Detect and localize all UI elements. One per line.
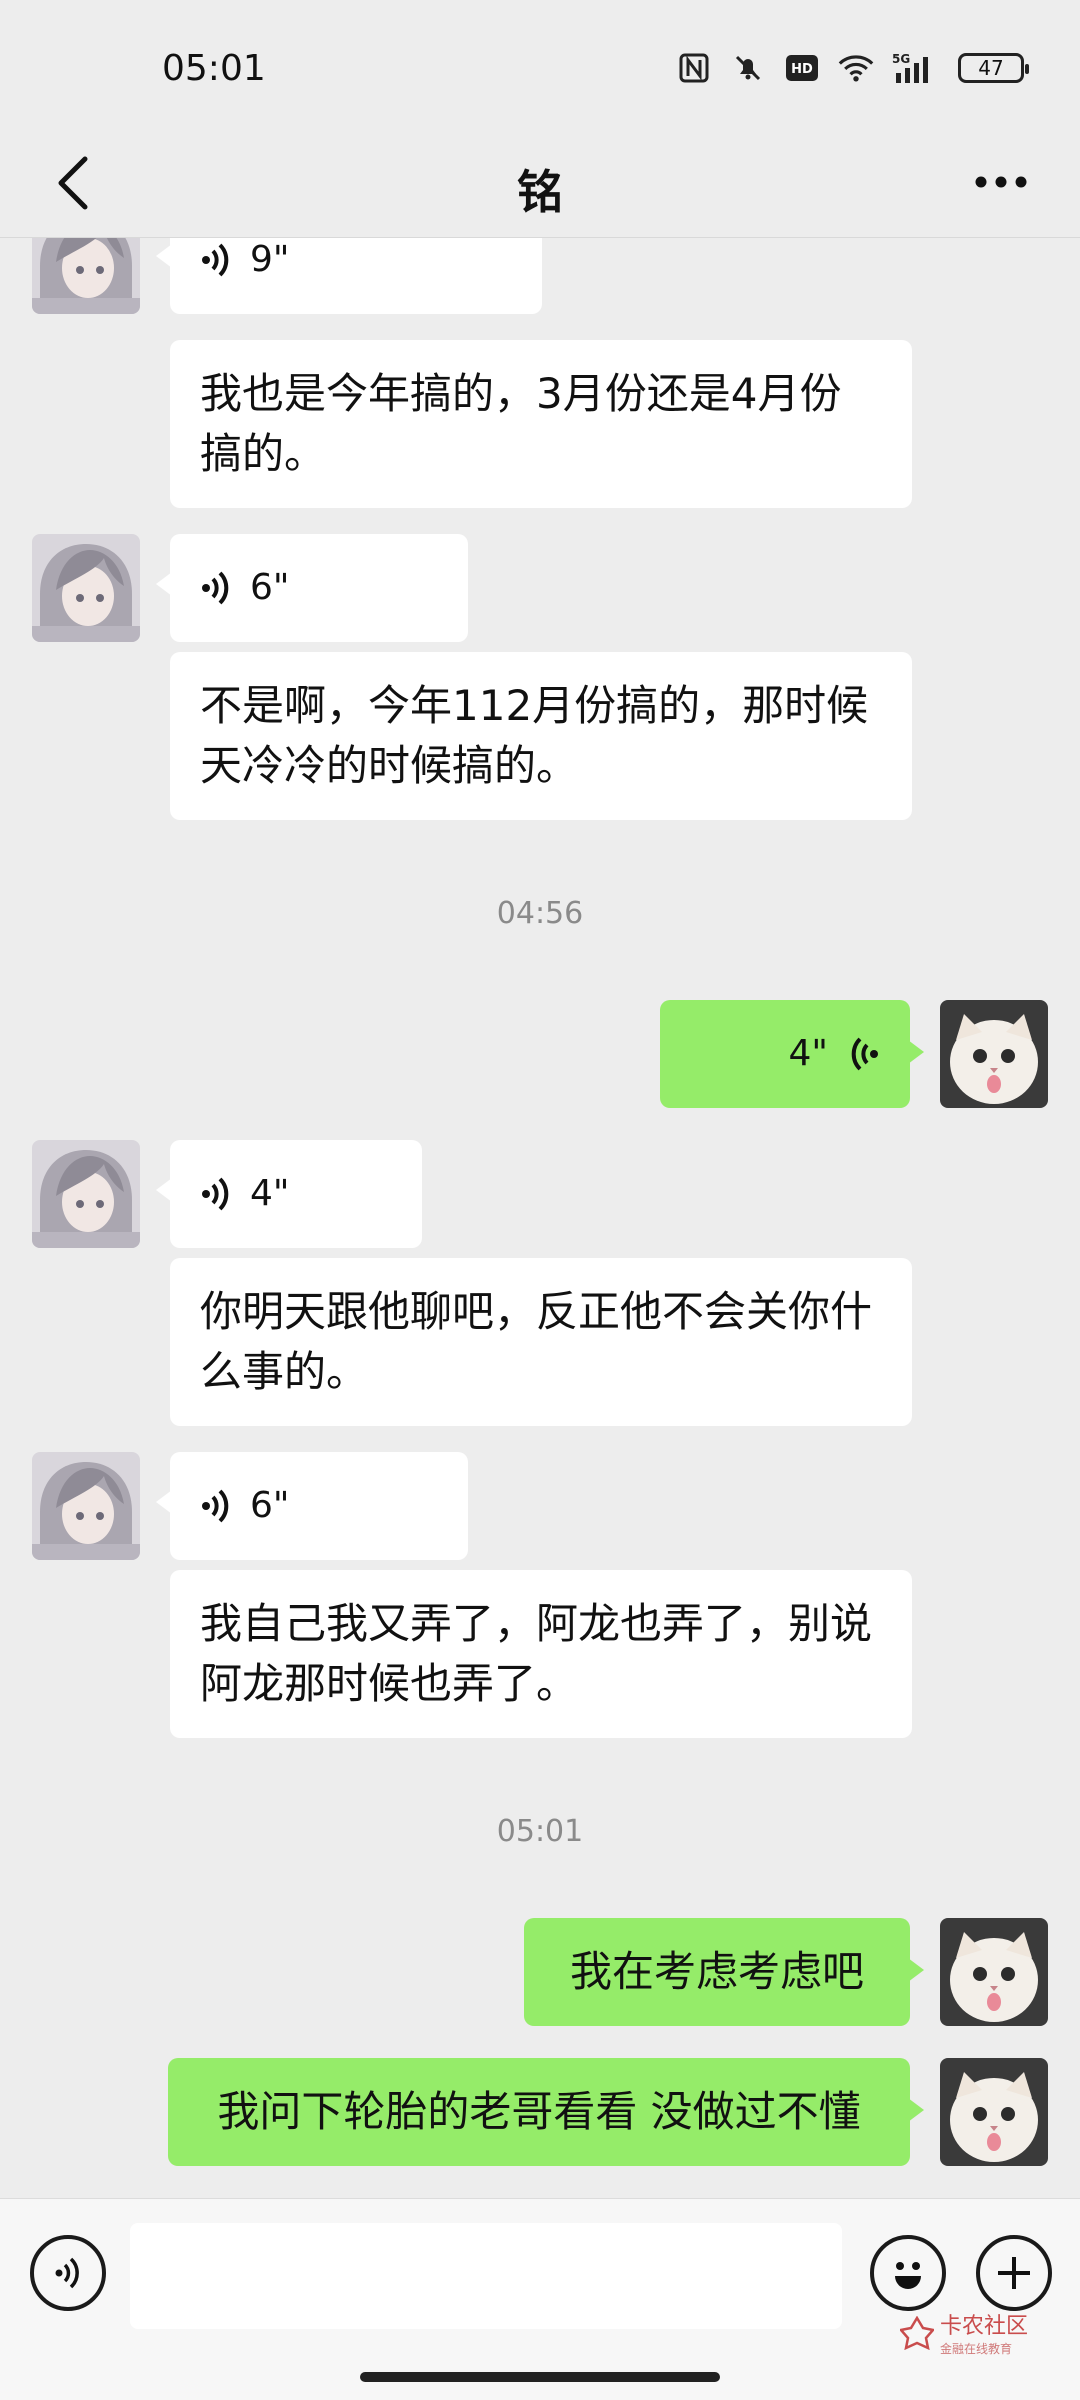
voice-duration: 9" bbox=[250, 239, 290, 280]
watermark-subtitle: 金融在线教育 bbox=[940, 2342, 1013, 2356]
chat-input-bar bbox=[0, 2198, 1080, 2400]
voice-duration: 4" bbox=[788, 1033, 828, 1074]
voice-playback-icon bbox=[202, 1489, 229, 1523]
wifi-icon bbox=[838, 50, 874, 86]
text-message[interactable]: 我也是今年搞的，3月份还是4月份搞的。 bbox=[170, 340, 912, 508]
friend-avatar[interactable] bbox=[32, 1140, 140, 1248]
text-message[interactable]: 你明天跟他聊吧，反正他不会关你什么事的。 bbox=[170, 1258, 912, 1426]
message-timestamp: 05:01 bbox=[496, 1814, 584, 1849]
text-message-sent[interactable]: 我在考虑考虑吧 bbox=[524, 1918, 924, 2026]
my-avatar[interactable] bbox=[940, 1000, 1048, 1108]
nfc-icon bbox=[676, 50, 712, 86]
chat-message-list[interactable]: 9" 我也是今年搞的，3月份还是4月份搞的。 6" 不是啊，今年112月份搞的，… bbox=[0, 238, 1080, 2198]
watermark-title: 卡农社区 bbox=[940, 2314, 1029, 2339]
friend-avatar[interactable] bbox=[32, 238, 140, 314]
message-timestamp: 04:56 bbox=[496, 896, 584, 931]
voice-playback-icon bbox=[202, 243, 229, 277]
voice-message[interactable]: 9" bbox=[156, 238, 542, 314]
emoji-button[interactable] bbox=[870, 2235, 946, 2311]
message-input[interactable] bbox=[130, 2223, 842, 2329]
voice-playback-icon bbox=[851, 1037, 878, 1071]
watermark-logo: 卡农社区 金融在线教育 bbox=[900, 2308, 1028, 2357]
voice-duration: 6" bbox=[250, 1485, 290, 1526]
voice-playback-icon bbox=[202, 571, 229, 605]
text-message-sent[interactable]: 我问下轮胎的老哥看看 没做过不懂 bbox=[168, 2058, 924, 2166]
text-message[interactable]: 不是啊，今年112月份搞的，那时候天冷冷的时候搞的。 bbox=[170, 652, 912, 820]
chat-header: 铭 bbox=[0, 130, 1080, 238]
emoji-icon bbox=[895, 2262, 921, 2289]
voice-input-icon bbox=[55, 2257, 79, 2289]
voice-playback-icon bbox=[202, 1177, 229, 1211]
battery-level: 47 bbox=[978, 56, 1004, 80]
plus-icon bbox=[998, 2257, 1030, 2289]
more-actions-button[interactable] bbox=[976, 2235, 1052, 2311]
battery-icon: 47 bbox=[958, 53, 1029, 83]
voice-duration: 6" bbox=[250, 567, 290, 608]
watermark-icon bbox=[900, 2315, 934, 2350]
status-time: 05:01 bbox=[162, 48, 266, 89]
status-icons: HD 5G 47 bbox=[676, 50, 1029, 86]
my-avatar[interactable] bbox=[940, 1918, 1048, 2026]
voice-message[interactable]: 6" bbox=[156, 534, 468, 642]
more-button[interactable] bbox=[966, 152, 1036, 212]
text-message[interactable]: 我自己我又弄了，阿龙也弄了，别说阿龙那时候也弄了。 bbox=[170, 1570, 912, 1738]
voice-input-button[interactable] bbox=[30, 2235, 106, 2311]
chat-title: 铭 bbox=[517, 165, 563, 219]
voice-message-sent[interactable]: 4" bbox=[660, 1000, 924, 1108]
more-dots-icon bbox=[975, 176, 1027, 188]
home-indicator[interactable] bbox=[360, 2372, 720, 2382]
svg-text:HD: HD bbox=[791, 62, 813, 77]
network-type: 5G bbox=[892, 52, 910, 66]
mute-icon bbox=[730, 50, 766, 86]
my-avatar[interactable] bbox=[940, 2058, 1048, 2166]
friend-avatar[interactable] bbox=[32, 1452, 140, 1560]
voice-duration: 4" bbox=[250, 1173, 290, 1214]
voice-message[interactable]: 6" bbox=[156, 1452, 468, 1560]
friend-avatar[interactable] bbox=[32, 534, 140, 642]
status-bar: 05:01 HD 5G 47 bbox=[0, 0, 1080, 140]
hd-icon: HD bbox=[784, 50, 820, 86]
voice-message[interactable]: 4" bbox=[156, 1140, 422, 1248]
signal-icon: 5G bbox=[892, 50, 940, 86]
